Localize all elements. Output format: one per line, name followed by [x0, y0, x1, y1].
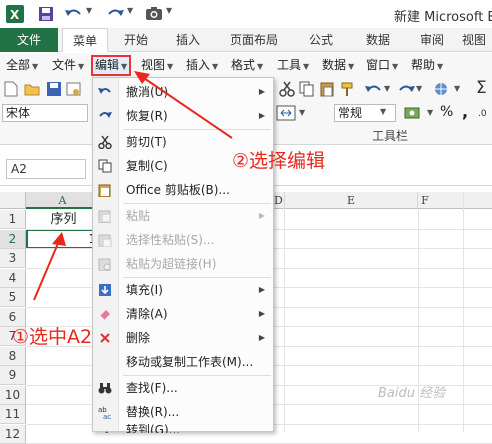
watermark: Baidu 经验	[378, 386, 446, 401]
arrow-step2-head	[134, 71, 150, 84]
arrow-step2-line	[137, 73, 233, 139]
annotation-arrows	[33, 71, 233, 301]
arrow-step1-head	[52, 232, 66, 246]
annotation-step2: ②选择编辑	[232, 150, 326, 172]
annotation-step1: ①选中A2	[12, 326, 93, 348]
